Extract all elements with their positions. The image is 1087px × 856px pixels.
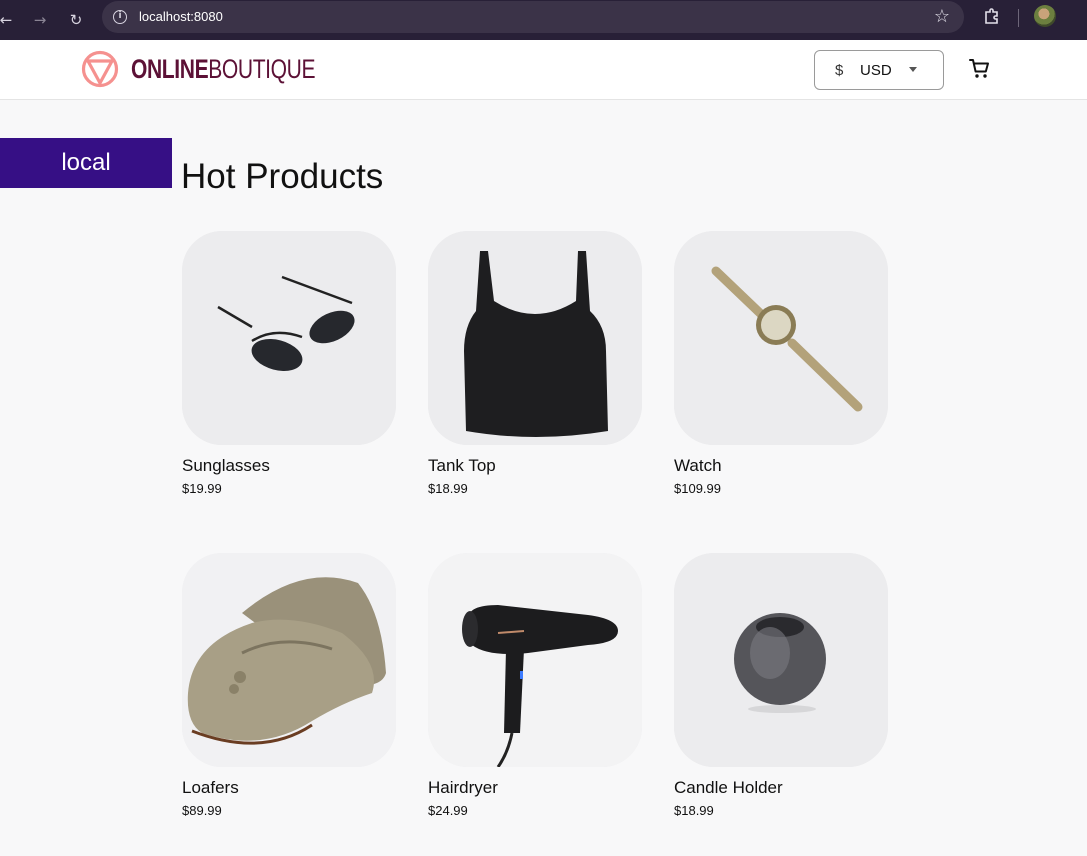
product-card[interactable]: Loafers $89.99 — [182, 553, 396, 818]
star-icon[interactable]: ☆ — [934, 6, 950, 27]
product-price: $89.99 — [182, 803, 222, 818]
product-price: $109.99 — [674, 481, 721, 496]
product-card[interactable]: Sunglasses $19.99 — [182, 231, 396, 496]
tank-top-image — [428, 231, 642, 445]
product-image[interactable] — [428, 553, 642, 767]
product-name[interactable]: Tank Top — [428, 456, 642, 476]
product-price: $19.99 — [182, 481, 222, 496]
site-header: ONLINEBOUTIQUE $ USD — [0, 40, 1087, 100]
product-name[interactable]: Sunglasses — [182, 456, 396, 476]
product-price: $18.99 — [428, 481, 468, 496]
product-card[interactable]: Watch $109.99 — [674, 231, 888, 496]
reload-icon[interactable]: ↻ — [66, 10, 86, 30]
product-name[interactable]: Loafers — [182, 778, 396, 798]
toolbar-divider — [1018, 9, 1019, 27]
sunglasses-image — [182, 231, 396, 445]
candle-holder-image — [674, 553, 888, 767]
address-bar[interactable]: i localhost:8080 ☆ — [102, 1, 964, 33]
currency-code: USD — [860, 62, 892, 79]
currency-symbol: $ — [835, 62, 844, 79]
product-image[interactable] — [182, 553, 396, 767]
loafers-image — [182, 553, 396, 767]
logo-text-light: BOUTIQUE — [208, 54, 316, 84]
avatar[interactable] — [1034, 5, 1056, 27]
info-icon[interactable]: i — [113, 10, 127, 24]
logo-icon[interactable] — [81, 50, 119, 88]
logo-text-bold: ONLINE — [131, 54, 209, 84]
url-text[interactable]: localhost:8080 — [139, 9, 223, 24]
product-image[interactable] — [674, 231, 888, 445]
logo-wordmark[interactable]: ONLINEBOUTIQUE — [131, 54, 315, 85]
environment-badge: local — [0, 138, 172, 188]
browser-toolbar: ← → ↻ i localhost:8080 ☆ — [0, 0, 1087, 40]
product-card[interactable]: Tank Top $18.99 — [428, 231, 642, 496]
currency-select[interactable]: $ USD — [814, 50, 944, 90]
hairdryer-image — [428, 553, 642, 767]
page-title: Hot Products — [181, 157, 384, 196]
product-price: $24.99 — [428, 803, 468, 818]
product-price: $18.99 — [674, 803, 714, 818]
watch-image — [674, 231, 888, 445]
product-image[interactable] — [182, 231, 396, 445]
product-card[interactable]: Hairdryer $24.99 — [428, 553, 642, 818]
puzzle-icon[interactable] — [982, 7, 1002, 27]
product-name[interactable]: Hairdryer — [428, 778, 642, 798]
product-name[interactable]: Watch — [674, 456, 888, 476]
chevron-down-icon — [909, 67, 917, 72]
product-image[interactable] — [428, 231, 642, 445]
product-card[interactable]: Candle Holder $18.99 — [674, 553, 888, 818]
product-name[interactable]: Candle Holder — [674, 778, 888, 798]
forward-arrow-icon[interactable]: → — [30, 10, 50, 30]
product-image[interactable] — [674, 553, 888, 767]
cart-icon[interactable] — [968, 57, 992, 81]
back-arrow-icon[interactable]: ← — [0, 10, 16, 30]
